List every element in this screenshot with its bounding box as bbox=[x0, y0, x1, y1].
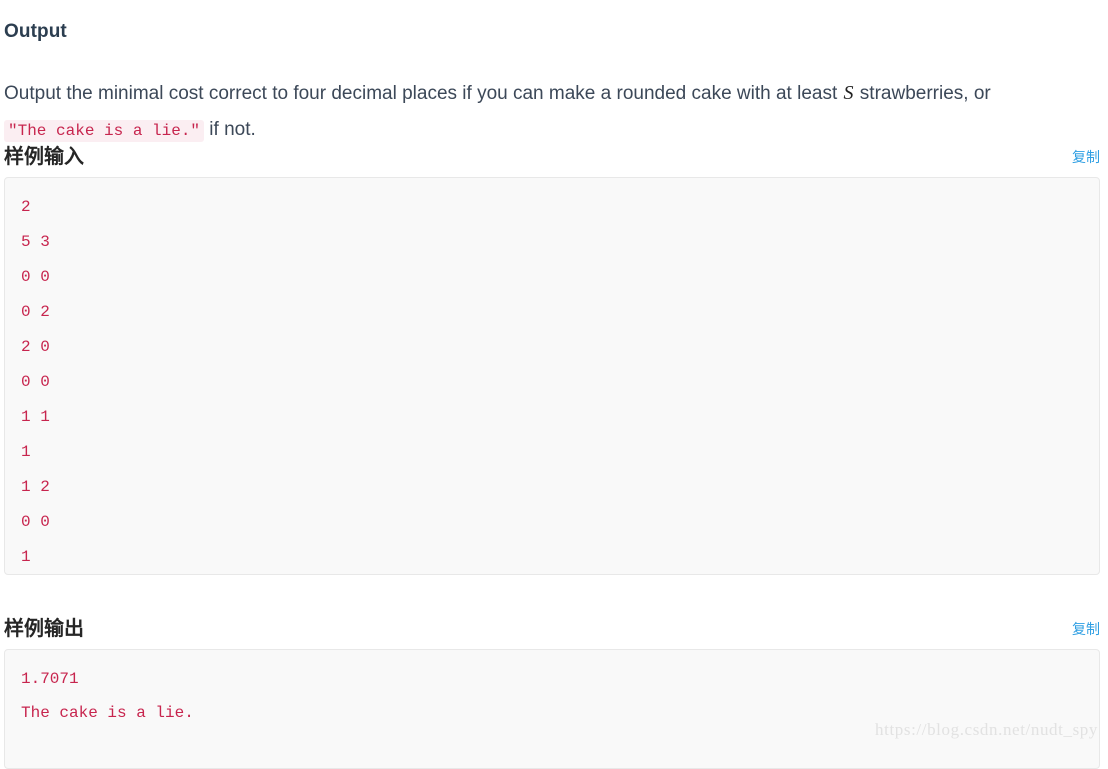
paragraph-text-lead: Output the minimal cost correct to four … bbox=[4, 83, 843, 104]
sample-output-section: 样例输出 复制 1.7071 The cake is a lie. bbox=[0, 615, 1108, 769]
copy-sample-output-button[interactable]: 复制 bbox=[1072, 619, 1100, 639]
inline-code-cake-lie: "The cake is a lie." bbox=[4, 120, 205, 142]
sample-input-code-box: 2 5 3 0 0 0 2 2 0 0 0 1 1 1 1 2 0 0 1 bbox=[4, 177, 1100, 575]
watermark-text: https://blog.csdn.net/nudt_spy bbox=[875, 720, 1098, 739]
math-variable-s: S bbox=[843, 82, 854, 104]
paragraph-text-tail: if not. bbox=[204, 119, 256, 140]
copy-sample-input-button[interactable]: 复制 bbox=[1072, 147, 1100, 167]
sample-input-label: 样例输入 bbox=[4, 146, 84, 168]
sample-output-header: 样例输出 复制 bbox=[0, 615, 1108, 649]
sample-output-code-box: 1.7071 The cake is a lie. bbox=[4, 649, 1100, 769]
sample-output-label: 样例输出 bbox=[4, 618, 84, 640]
sample-input-header: 样例输入 复制 bbox=[0, 143, 1108, 177]
page-title: Output bbox=[4, 20, 67, 42]
paragraph-text-middle: strawberries, or bbox=[854, 83, 991, 104]
output-description-paragraph: Output the minimal cost correct to four … bbox=[4, 75, 1102, 149]
sample-input-section: 样例输入 复制 2 5 3 0 0 0 2 2 0 0 0 1 1 1 1 2 … bbox=[0, 143, 1108, 575]
problem-statement-page: Output Output the minimal cost correct t… bbox=[0, 0, 1108, 769]
sample-input-code: 2 5 3 0 0 0 2 2 0 0 0 1 1 1 1 2 0 0 1 bbox=[21, 198, 50, 566]
